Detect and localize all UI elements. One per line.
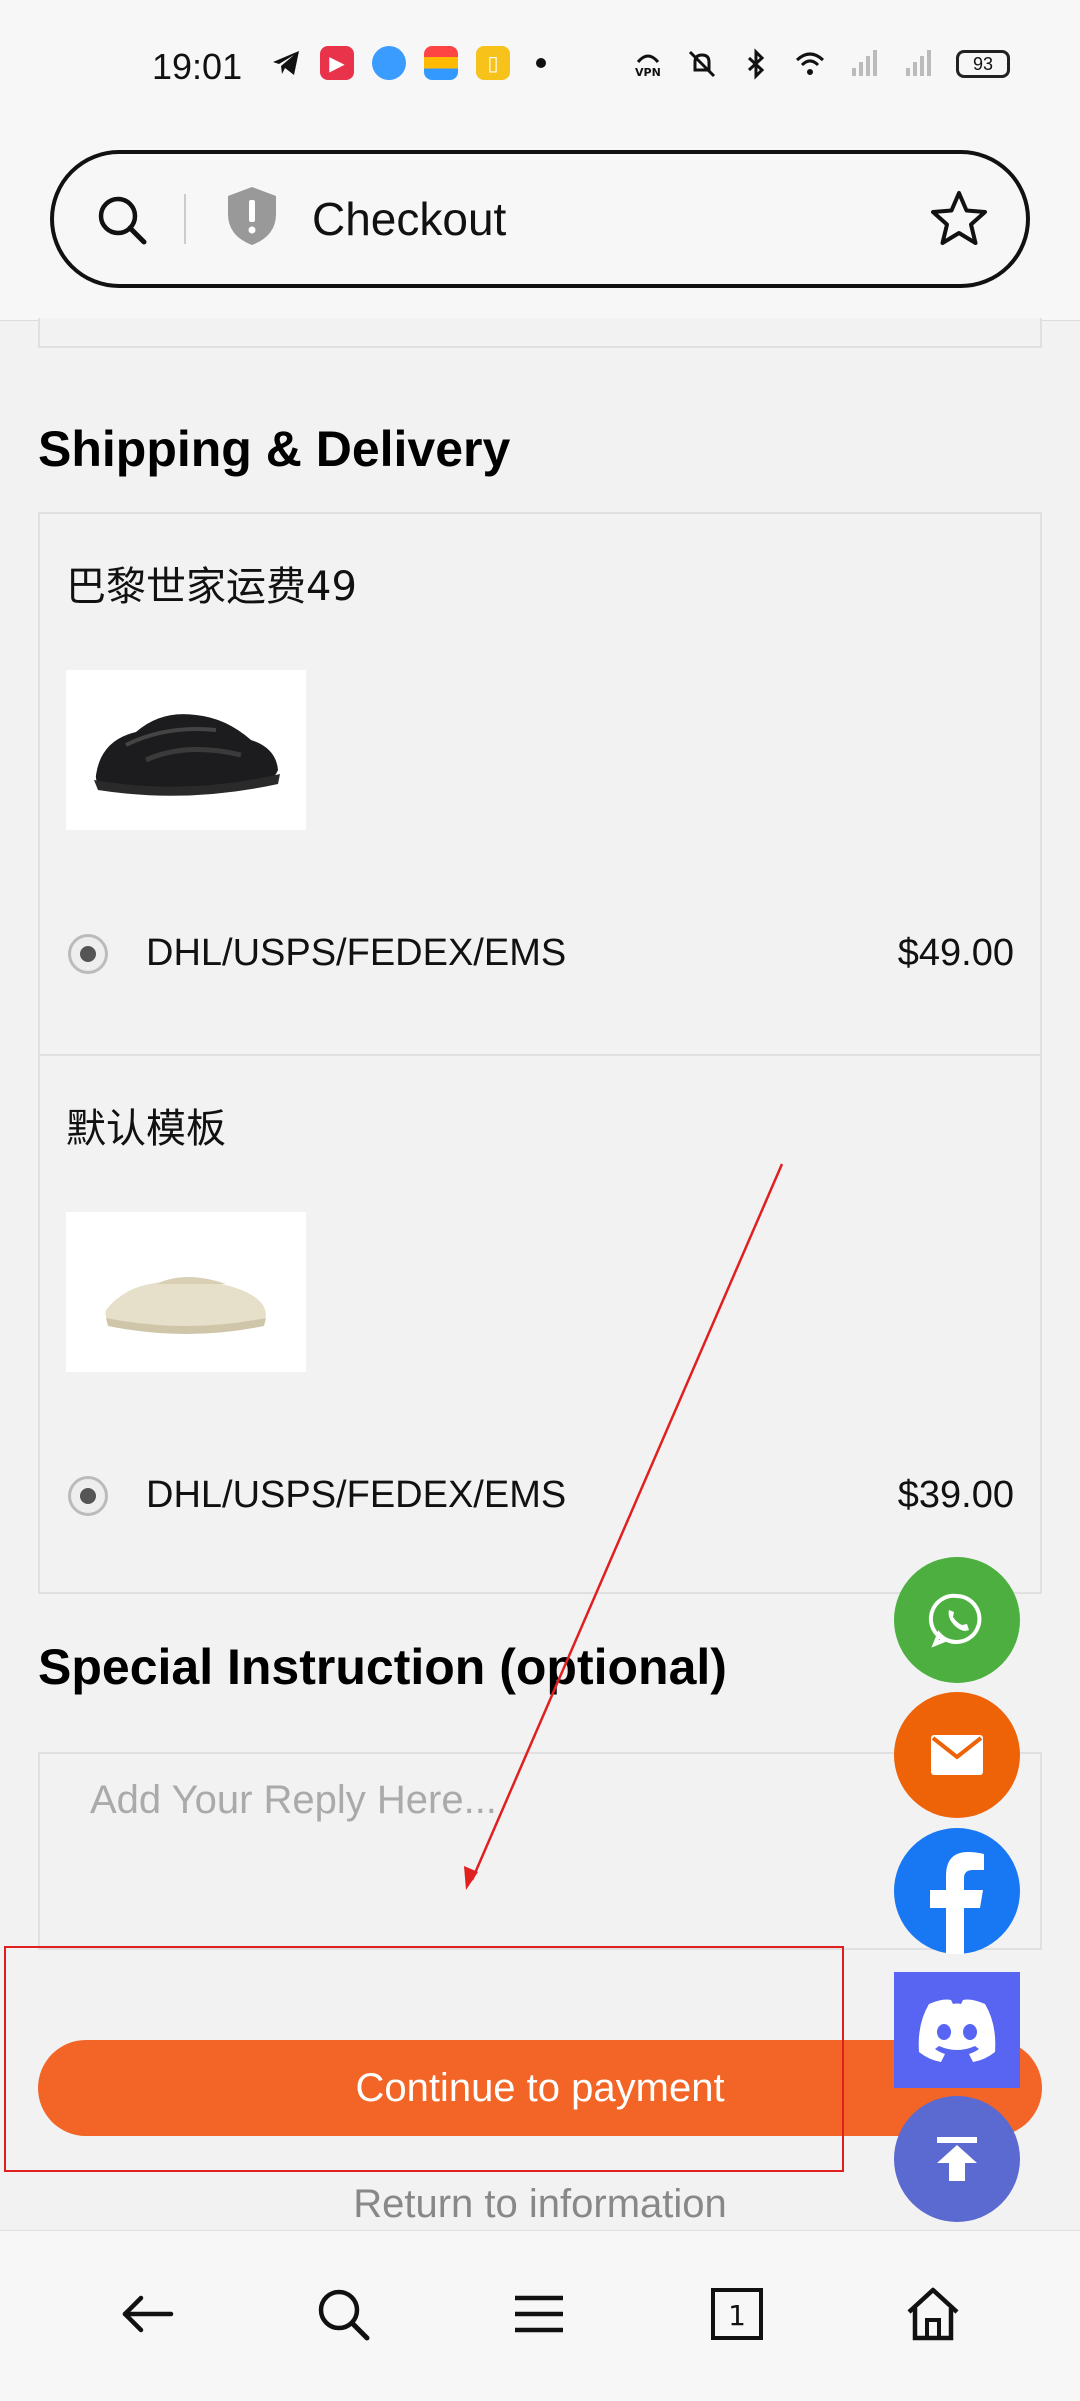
browser-bottom-nav: 1 xyxy=(0,2230,1080,2401)
product-thumbnail xyxy=(66,670,306,830)
scroll-top-icon xyxy=(937,2137,977,2181)
signal-icon xyxy=(852,50,877,76)
special-instruction-title: Special Instruction (optional) xyxy=(38,1639,727,1695)
continue-to-payment-button[interactable]: Continue to payment xyxy=(38,2040,1042,2136)
shipping-price: $39.00 xyxy=(897,1474,1014,1516)
discord-icon xyxy=(918,1999,996,2062)
previous-section-card xyxy=(38,318,1042,348)
mail-icon xyxy=(931,1735,983,1775)
system-icons: VPN 93 xyxy=(632,48,1010,80)
shipping-price: $49.00 xyxy=(897,932,1014,974)
scroll-to-top-button[interactable] xyxy=(894,2096,1020,2222)
tabs-count-icon: 1 xyxy=(711,2288,763,2340)
shipping-method-label: DHL/USPS/FEDEX/EMS xyxy=(146,932,567,974)
menu-button[interactable] xyxy=(504,2279,574,2349)
home-button[interactable] xyxy=(898,2279,968,2349)
telegram-icon xyxy=(273,51,299,75)
app-icon-stripes xyxy=(424,46,458,80)
signal-icon-2 xyxy=(906,50,931,76)
shipping-template-name: 巴黎世家运费49 xyxy=(66,564,357,610)
shipping-options-box: 巴黎世家运费49 DHL/USPS/FEDEX/EMS $49.00 默认模板 … xyxy=(38,512,1042,1594)
shipping-method-radio[interactable] xyxy=(68,934,108,974)
vpn-icon: VPN xyxy=(635,54,661,79)
shipping-item: 默认模板 DHL/USPS/FEDEX/EMS $39.00 xyxy=(40,1054,1040,1594)
shipping-method-label: DHL/USPS/FEDEX/EMS xyxy=(146,1474,567,1516)
status-time: 19:01 xyxy=(152,46,243,87)
facebook-button[interactable] xyxy=(894,1828,1020,1954)
address-bar[interactable]: Checkout xyxy=(50,150,1030,288)
shipping-item: 巴黎世家运费49 DHL/USPS/FEDEX/EMS $49.00 xyxy=(40,514,1040,1054)
search-icon[interactable] xyxy=(94,192,150,248)
notification-icons: ▶ ▯ xyxy=(270,46,546,80)
search-icon xyxy=(318,2289,370,2341)
shipping-template-name: 默认模板 xyxy=(66,1106,226,1152)
email-button[interactable] xyxy=(894,1692,1020,1818)
back-button[interactable] xyxy=(112,2279,182,2349)
discord-button[interactable] xyxy=(894,1972,1020,2088)
page-title[interactable]: Checkout xyxy=(312,192,506,246)
app-icon-blue xyxy=(372,46,406,80)
special-instruction-textarea[interactable]: Add Your Reply Here... xyxy=(38,1752,1042,1950)
status-bar: 19:01 ▶ ▯ VPN 93 xyxy=(0,0,1080,140)
book-app-icon: ▯ xyxy=(476,46,510,80)
sneaker-image xyxy=(94,714,280,796)
tabs-button[interactable]: 1 xyxy=(702,2279,772,2349)
battery-indicator: 93 xyxy=(956,50,1010,78)
video-app-icon: ▶ xyxy=(320,46,354,80)
textarea-placeholder: Add Your Reply Here... xyxy=(90,1778,497,1822)
product-thumbnail xyxy=(66,1212,306,1372)
home-icon xyxy=(907,2287,959,2341)
nav-search-button[interactable] xyxy=(308,2279,378,2349)
slide-sandal-image xyxy=(105,1277,266,1334)
whatsapp-icon xyxy=(928,1593,982,1648)
security-shield-icon[interactable] xyxy=(224,184,280,248)
hamburger-menu-icon xyxy=(515,2295,563,2333)
bluetooth-icon xyxy=(747,48,765,80)
wifi-icon xyxy=(795,52,825,75)
mute-icon xyxy=(688,50,716,78)
more-notifications-dot xyxy=(536,58,546,68)
shipping-method-radio[interactable] xyxy=(68,1476,108,1516)
svg-text:VPN: VPN xyxy=(635,66,661,79)
whatsapp-button[interactable] xyxy=(894,1557,1020,1683)
browser-toolbar: Checkout xyxy=(0,140,1080,321)
svg-text:1: 1 xyxy=(728,2299,746,2332)
back-arrow-icon xyxy=(122,2295,174,2333)
facebook-icon xyxy=(930,1852,984,1954)
shipping-section-title: Shipping & Delivery xyxy=(38,421,511,477)
address-divider xyxy=(184,194,186,244)
bookmark-star-icon[interactable] xyxy=(928,188,990,250)
